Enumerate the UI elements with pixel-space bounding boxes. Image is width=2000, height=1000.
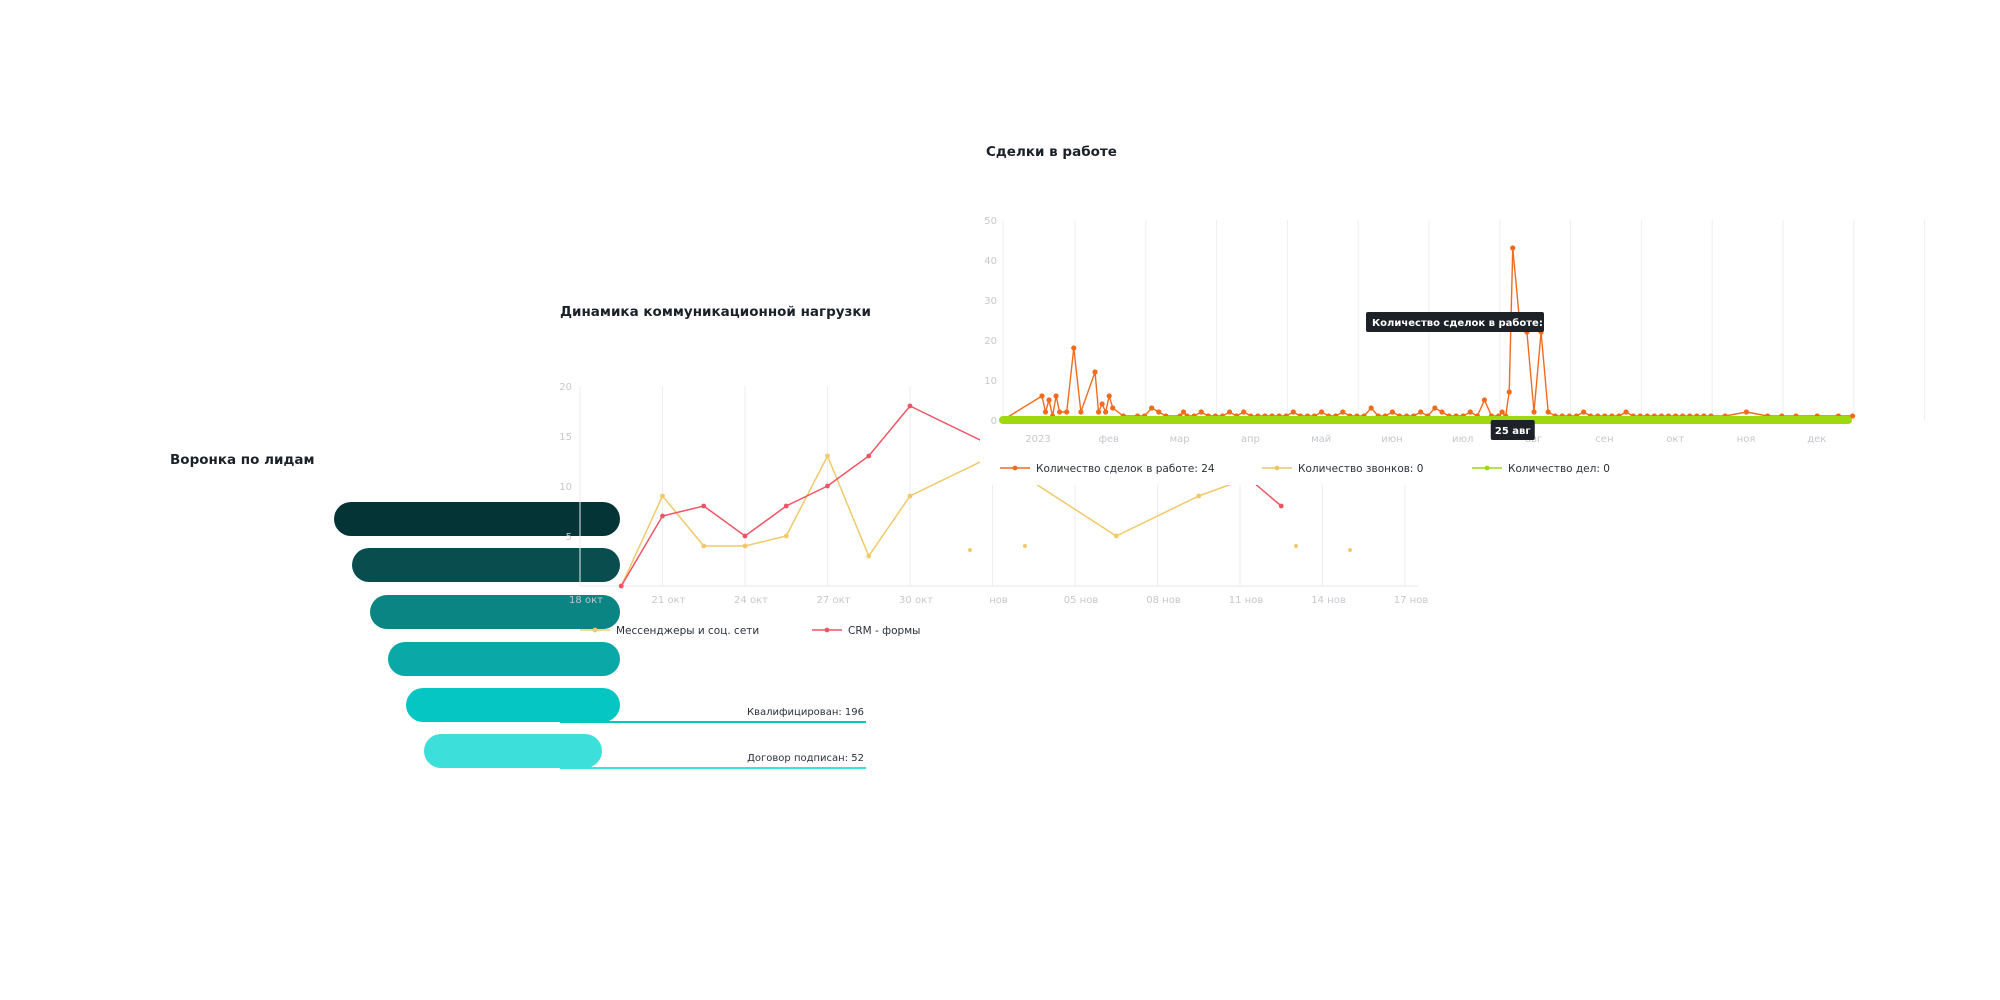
x-tick-label: сен	[1595, 434, 1613, 445]
x-tick-label: дек	[1807, 434, 1826, 445]
legend-marker	[1012, 465, 1018, 471]
data-point	[1368, 405, 1374, 411]
data-point	[1506, 389, 1512, 395]
date-badge: 25 авг	[1490, 420, 1535, 440]
data-point	[1106, 393, 1112, 399]
data-point	[1226, 409, 1233, 415]
data-point	[1389, 409, 1395, 415]
data-point	[1418, 409, 1424, 415]
y-tick-label: 20	[984, 336, 997, 347]
data-point	[1071, 345, 1077, 351]
x-tick-label: июл	[1452, 434, 1473, 445]
x-tick-label: ноя	[1737, 434, 1756, 445]
data-point	[1042, 409, 1049, 415]
data-point	[1180, 409, 1187, 415]
legend-label: Количество сделок в работе: 24	[1036, 463, 1215, 475]
date-badge-text: 25 авг	[1495, 426, 1531, 437]
data-point	[1545, 409, 1551, 415]
data-point	[1053, 393, 1059, 399]
tooltip: Количество сделок в работе: 24	[1366, 312, 1560, 332]
data-point	[1095, 409, 1102, 415]
x-tick-label: окт	[1666, 434, 1684, 445]
y-tick-label: 50	[984, 216, 997, 227]
x-tick-label: 2023	[1025, 434, 1050, 445]
data-point	[1241, 409, 1247, 415]
data-point	[1290, 409, 1296, 415]
data-point	[1531, 409, 1537, 415]
y-tick-label: 30	[984, 296, 997, 307]
data-point	[1103, 409, 1109, 415]
data-point	[1499, 409, 1505, 415]
data-point	[1467, 409, 1473, 415]
data-point	[1623, 409, 1629, 415]
data-point	[1340, 409, 1346, 415]
data-point	[1078, 409, 1084, 415]
data-point	[1743, 409, 1749, 415]
data-point	[1149, 405, 1155, 411]
data-point	[1064, 409, 1070, 415]
data-point	[1481, 397, 1488, 403]
data-point	[1510, 245, 1516, 251]
data-point	[1099, 401, 1105, 407]
tooltip-text: Количество сделок в работе: 24	[1372, 317, 1560, 329]
data-point	[1046, 397, 1052, 403]
x-tick-label: мар	[1170, 434, 1190, 445]
data-point	[1156, 409, 1162, 415]
x-tick-label: апр	[1241, 434, 1260, 445]
data-point	[1092, 369, 1098, 375]
y-tick-label: 0	[991, 416, 997, 427]
data-point	[1198, 409, 1204, 415]
data-point	[1319, 409, 1325, 415]
data-point	[1439, 409, 1445, 415]
x-tick-label: фев	[1098, 434, 1119, 445]
x-tick-label: май	[1311, 434, 1331, 445]
data-point	[1580, 409, 1587, 415]
deals-chart: 010203040502023февмарапрмайиюниюлавгсено…	[980, 200, 1926, 485]
data-point	[1110, 405, 1116, 411]
data-point	[1432, 405, 1438, 411]
legend-label: Количество дел: 0	[1508, 463, 1610, 475]
legend-marker	[1274, 465, 1280, 471]
y-tick-label: 10	[984, 376, 997, 387]
legend-marker	[1484, 465, 1490, 471]
data-point	[1039, 393, 1045, 399]
x-tick-label: июн	[1381, 434, 1402, 445]
legend-label: Количество звонков: 0	[1298, 463, 1424, 475]
data-point	[1057, 409, 1063, 415]
y-tick-label: 40	[984, 256, 997, 267]
